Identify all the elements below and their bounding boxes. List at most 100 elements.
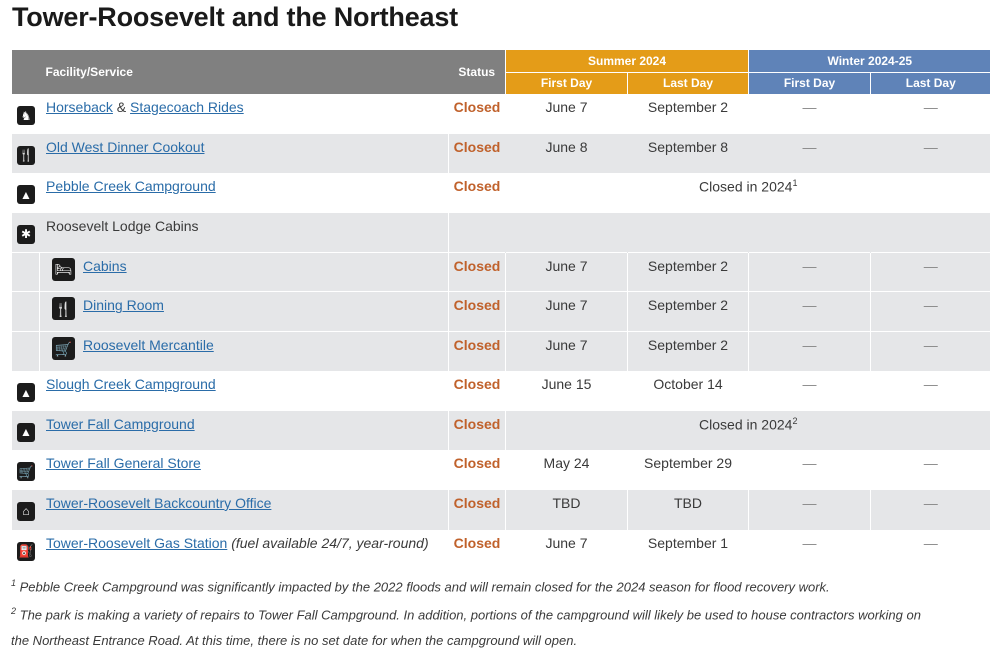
summer-last-day: September 2 <box>626 251 749 292</box>
summer-first-day: June 7 <box>505 291 628 332</box>
table-row: ⛽ Tower-Roosevelt Gas Station (fuel avai… <box>11 529 990 570</box>
horseback-link[interactable]: Horseback <box>46 99 113 115</box>
summer-last-day: September 2 <box>626 331 749 372</box>
old-west-dinner-cookout-link[interactable]: Old West Dinner Cookout <box>46 139 204 155</box>
summer-last-day: September 2 <box>626 291 749 332</box>
status-badge: Closed <box>448 331 506 372</box>
dining-icon: 🍴 <box>17 145 35 165</box>
winter-first-day: — <box>748 251 871 292</box>
backcountry-office-link[interactable]: Tower-Roosevelt Backcountry Office <box>46 495 271 511</box>
summer-last-day: September 2 <box>627 94 749 134</box>
winter-last-day: — <box>870 331 990 372</box>
ranger-station-icon: ⌂ <box>17 501 35 521</box>
closed-note-text: Closed in 2024 <box>699 416 793 433</box>
summer-first-day: June 8 <box>505 133 628 174</box>
header-status: Status <box>448 50 506 94</box>
footnote-ref: 2 <box>792 415 798 426</box>
header-summer-first-day: First Day <box>505 71 628 94</box>
pebble-creek-campground-link[interactable]: Pebble Creek Campground <box>46 178 216 194</box>
store-icon: 🛒 <box>17 462 35 482</box>
summer-first-day: June 7 <box>505 94 628 134</box>
closed-note-text: Closed in 2024 <box>699 178 793 195</box>
summer-first-day: June 7 <box>505 331 628 372</box>
roosevelt-lodge-cabins-label: Roosevelt Lodge Cabins <box>46 217 199 234</box>
table-row: ▲ Slough Creek Campground Closed June 15… <box>11 371 990 411</box>
store-icon: 🛒 <box>52 337 75 361</box>
lodging-icon: ✱ <box>17 224 35 244</box>
fuel-note: (fuel available 24/7, year-round) <box>231 534 429 551</box>
header-facility: Facility/Service <box>11 50 449 94</box>
campground-icon: ▲ <box>17 383 35 403</box>
winter-first-day: — <box>748 94 871 134</box>
summer-last-day: September 1 <box>627 529 749 570</box>
winter-first-day: — <box>748 133 871 174</box>
joiner-text: & <box>112 99 131 115</box>
header-winter-last-day: Last Day <box>870 71 990 94</box>
winter-last-day: — <box>870 489 990 530</box>
table-row: ▲ Pebble Creek Campground Closed Closed … <box>11 173 990 213</box>
cabins-link[interactable]: Cabins <box>83 258 127 274</box>
dining-room-link[interactable]: Dining Room <box>83 297 164 313</box>
table-row: ♞ Horseback & Stagecoach Rides Closed Ju… <box>11 94 990 134</box>
footnote-1: 1 Pebble Creek Campground was significan… <box>11 578 830 595</box>
winter-last-day: — <box>870 291 990 332</box>
stagecoach-rides-link[interactable]: Stagecoach Rides <box>130 99 244 115</box>
winter-last-day: — <box>870 529 990 570</box>
closed-note: Closed in 20242 <box>504 410 990 451</box>
page-title: Tower-Roosevelt and the Northeast <box>12 2 458 32</box>
summer-first-day: TBD <box>505 489 628 530</box>
footnote-2: 2 The park is making a variety of repair… <box>11 606 921 623</box>
header-winter-first-day: First Day <box>748 71 871 94</box>
table-row: ▲ Tower Fall Campground Closed Closed in… <box>11 410 990 451</box>
campground-icon: ▲ <box>17 422 35 442</box>
header-summer-last-day: Last Day <box>626 71 749 94</box>
header-summer-season: Summer 2024 <box>504 50 749 72</box>
winter-last-day: — <box>870 450 990 490</box>
table-row: 🛒 Roosevelt Mercantile Closed June 7 Sep… <box>11 331 990 372</box>
operating-schedule-table: Facility/Service Status Summer 2024 Wint… <box>11 50 990 570</box>
status-badge: Closed <box>448 450 506 490</box>
summer-first-day: June 15 <box>505 371 628 411</box>
header-winter-season: Winter 2024-25 <box>748 50 990 72</box>
status-badge: Closed <box>448 94 506 134</box>
status-badge: Closed <box>448 489 506 530</box>
table-row: 🍴 Dining Room Closed June 7 September 2 … <box>11 291 990 332</box>
campground-icon: ▲ <box>17 185 35 205</box>
winter-first-day: — <box>748 371 871 411</box>
table-row: 🛒 Tower Fall General Store Closed May 24… <box>11 450 990 490</box>
summer-first-day: June 7 <box>505 529 628 570</box>
summer-first-day: May 24 <box>505 450 628 490</box>
table-row: 🛏 Cabins Closed June 7 September 2 — — <box>11 251 990 292</box>
summer-last-day: October 14 <box>627 371 749 411</box>
summer-last-day: TBD <box>626 489 749 530</box>
tower-fall-general-store-link[interactable]: Tower Fall General Store <box>46 455 201 471</box>
winter-first-day: — <box>748 450 871 490</box>
footnotes: 1 Pebble Creek Campground was significan… <box>11 571 990 653</box>
horseback-icon: ♞ <box>17 106 35 125</box>
gas-station-icon: ⛽ <box>17 541 35 561</box>
dining-icon: 🍴 <box>52 297 75 321</box>
summer-first-day: June 7 <box>505 251 628 292</box>
tower-fall-campground-link[interactable]: Tower Fall Campground <box>46 416 195 432</box>
summer-last-day: September 29 <box>627 450 749 490</box>
winter-last-day: — <box>870 133 990 174</box>
status-badge: Closed <box>448 371 506 411</box>
status-badge: Closed <box>448 251 506 292</box>
winter-last-day: — <box>870 251 990 292</box>
status-badge: Closed <box>448 291 506 332</box>
winter-last-day: — <box>870 94 990 134</box>
bed-icon: 🛏 <box>52 257 75 281</box>
roosevelt-mercantile-link[interactable]: Roosevelt Mercantile <box>83 337 214 353</box>
status-badge: Closed <box>448 133 506 174</box>
footnote-2-continued: the Northeast Entrance Road. At this tim… <box>11 632 578 648</box>
winter-last-day: — <box>870 371 990 411</box>
slough-creek-campground-link[interactable]: Slough Creek Campground <box>46 376 216 392</box>
status-badge: Closed <box>448 173 506 213</box>
gas-station-link[interactable]: Tower-Roosevelt Gas Station <box>46 535 227 551</box>
winter-first-day: — <box>748 489 871 530</box>
status-badge: Closed <box>448 529 506 570</box>
closed-note: Closed in 20241 <box>505 173 990 213</box>
table-row: 🍴 Old West Dinner Cookout Closed June 8 … <box>11 133 990 174</box>
winter-first-day: — <box>748 331 871 372</box>
table-row: ⌂ Tower-Roosevelt Backcountry Office Clo… <box>11 489 990 530</box>
